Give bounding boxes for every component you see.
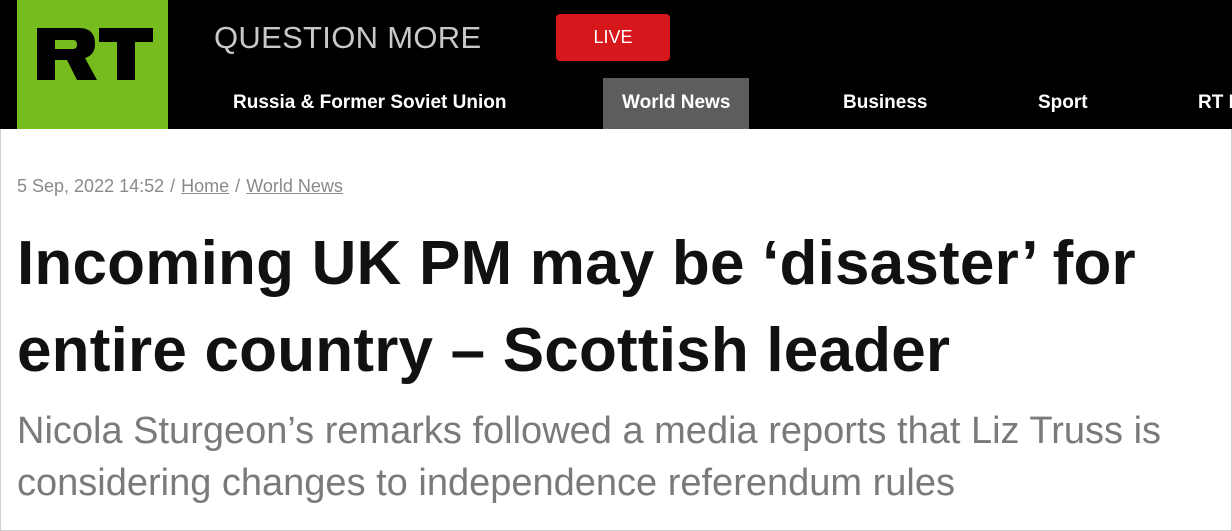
breadcrumb-separator: / — [235, 176, 241, 196]
nav-item-rt[interactable]: RT I — [1198, 78, 1232, 129]
nav-item-russia[interactable]: Russia & Former Soviet Union — [233, 78, 506, 129]
nav-item-sport[interactable]: Sport — [1038, 78, 1088, 129]
nav-item-world-news[interactable]: World News — [603, 78, 750, 129]
article-headline: Incoming UK PM may be ‘disaster’ for ent… — [17, 229, 1136, 385]
article-meta: 5 Sep, 2022 14:52/Home / World News — [17, 176, 343, 197]
main-nav: Russia & Former Soviet Union World News … — [0, 78, 1232, 129]
live-button[interactable]: LIVE — [556, 14, 670, 61]
nav-item-business[interactable]: Business — [843, 78, 927, 129]
site-header: QUESTION MORE LIVE Russia & Former Sovie… — [0, 0, 1232, 129]
breadcrumb-world-news-link[interactable]: World News — [246, 176, 343, 196]
article-summary: Nicola Sturgeon’s remarks followed a med… — [17, 410, 1162, 504]
rt-logo-icon — [37, 28, 153, 80]
article-date: 5 Sep, 2022 14:52 — [17, 176, 165, 196]
breadcrumb-home-link[interactable]: Home — [181, 176, 229, 196]
breadcrumb-separator: / — [170, 176, 176, 196]
site-tagline: QUESTION MORE — [214, 20, 482, 55]
